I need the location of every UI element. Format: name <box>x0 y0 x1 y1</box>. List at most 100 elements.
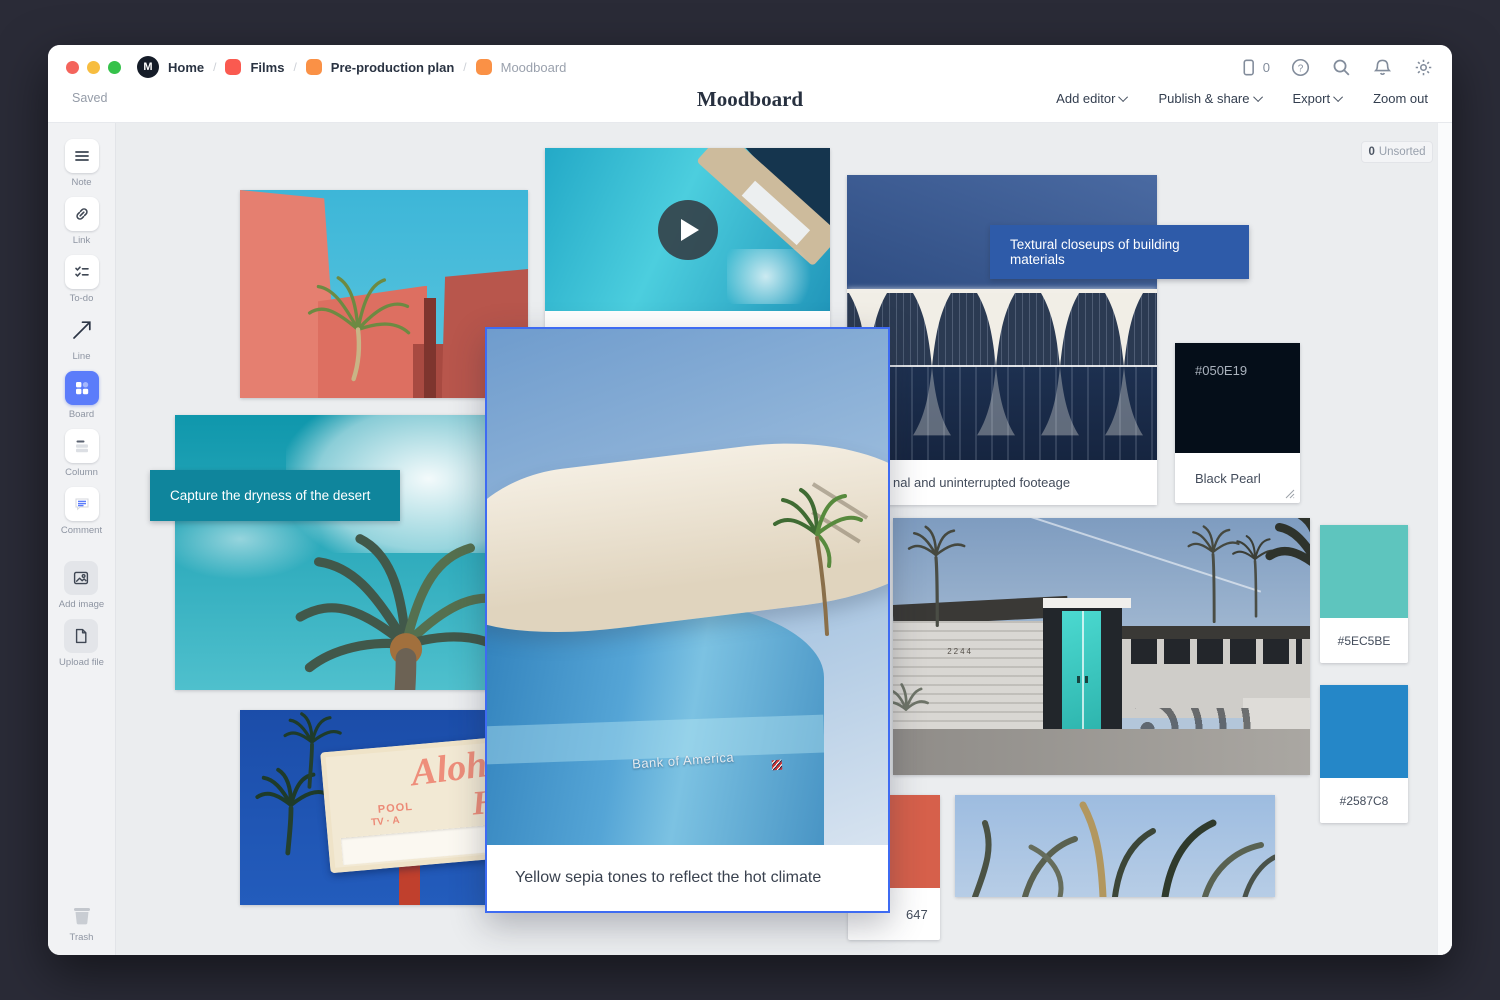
tool-add-image[interactable]: Add image <box>59 561 104 610</box>
notifications-button[interactable] <box>1372 57 1393 78</box>
image-card-modern-house[interactable]: 2244 <box>893 518 1310 775</box>
breadcrumb-home[interactable]: Home <box>168 60 204 75</box>
note-blue[interactable]: Textural closeups of building materials <box>990 225 1249 279</box>
tool-trash[interactable]: Trash <box>48 902 115 943</box>
teal-swatch-hex: #5EC5BE <box>1338 634 1391 648</box>
tool-link[interactable]: Link <box>65 197 99 246</box>
app-logo-icon[interactable]: M <box>137 56 159 78</box>
tool-todo[interactable]: To-do <box>65 255 99 304</box>
moodboard-board-icon[interactable] <box>476 59 492 75</box>
black-swatch-hex: #050E19 <box>1195 363 1247 378</box>
help-icon: ? <box>1290 57 1311 78</box>
orange-swatch-hex: 647 <box>906 907 928 922</box>
tool-upload-file[interactable]: Upload file <box>59 619 104 668</box>
header-bottom-row: Saved Moodboard Add editor Publish & sha… <box>48 89 1452 123</box>
breadcrumb-films[interactable]: Films <box>250 60 284 75</box>
swatch-card-teal[interactable]: #5EC5BE <box>1320 525 1408 663</box>
tool-todo-label: To-do <box>70 293 94 304</box>
house-number: 2244 <box>947 647 973 656</box>
search-icon <box>1331 57 1352 78</box>
link-icon <box>65 197 99 231</box>
blue-swatch-hex: #2587C8 <box>1340 794 1389 808</box>
bank-flag-logo <box>772 759 783 770</box>
tool-line[interactable]: Line <box>65 313 99 362</box>
desktop-background: M Home / Films / Pre-production plan / M… <box>0 0 1500 1000</box>
search-button[interactable] <box>1331 57 1352 78</box>
note-teal-text: Capture the dryness of the desert <box>170 488 370 503</box>
image-card-palm-fronds[interactable] <box>955 795 1275 897</box>
video-card-pool[interactable] <box>545 148 830 330</box>
upload-file-icon <box>64 619 98 653</box>
blue-swatch-color <box>1320 685 1408 778</box>
resize-handle-icon[interactable] <box>1284 488 1295 499</box>
yucca-plant-icon <box>298 269 418 379</box>
header: M Home / Films / Pre-production plan / M… <box>48 45 1452 123</box>
tool-note-label: Note <box>71 177 91 188</box>
breadcrumb-separator: / <box>463 60 466 74</box>
play-button[interactable] <box>658 200 718 260</box>
note-icon <box>65 139 99 173</box>
device-icon <box>1239 58 1258 77</box>
tool-comment[interactable]: Comment <box>61 487 102 536</box>
swatch-card-black-pearl[interactable]: #050E19 Black Pearl <box>1175 343 1300 503</box>
chevron-down-icon <box>1253 92 1263 102</box>
breadcrumb: M Home / Films / Pre-production plan / M… <box>137 56 566 78</box>
minimize-window-button[interactable] <box>87 61 100 74</box>
palace-caption: nal and uninterrupted footeage <box>847 460 1157 505</box>
play-icon <box>681 219 699 241</box>
tool-column[interactable]: Column <box>65 429 99 478</box>
breadcrumb-separator: / <box>213 60 216 74</box>
tool-note[interactable]: Note <box>65 139 99 188</box>
help-button[interactable]: ? <box>1290 57 1311 78</box>
films-board-icon[interactable] <box>225 59 241 75</box>
add-editor-label: Add editor <box>1056 91 1115 106</box>
pool-video-thumbnail <box>545 148 830 311</box>
palm-tree-icon <box>762 484 872 584</box>
add-image-icon <box>64 561 98 595</box>
publish-share-button[interactable]: Publish & share <box>1158 91 1262 106</box>
palace-caption-text: nal and uninterrupted footeage <box>893 475 1070 490</box>
tool-trash-label: Trash <box>70 932 94 943</box>
note-blue-text: Textural closeups of building materials <box>1010 237 1229 267</box>
toolbar: Note Link T <box>48 123 116 955</box>
chevron-down-icon <box>1119 92 1129 102</box>
black-swatch-color: #050E19 <box>1175 343 1300 453</box>
gear-icon <box>1413 57 1434 78</box>
zoom-out-label: Zoom out <box>1373 91 1428 106</box>
selected-caption-text: Yellow sepia tones to reflect the hot cl… <box>515 869 821 887</box>
swatch-card-blue[interactable]: #2587C8 <box>1320 685 1408 823</box>
tool-add-image-label: Add image <box>59 599 104 610</box>
aloha-sub1: POOL <box>378 801 414 816</box>
svg-text:?: ? <box>1298 63 1304 74</box>
palace-artwork <box>847 175 1157 460</box>
header-icons: 0 ? <box>1239 57 1434 78</box>
comment-icon <box>65 487 99 521</box>
black-swatch-name: Black Pearl <box>1195 471 1261 486</box>
teal-swatch-caption: #5EC5BE <box>1320 618 1408 663</box>
chevron-down-icon <box>1333 92 1343 102</box>
palm-fronds-icon <box>955 795 1275 897</box>
maximize-window-button[interactable] <box>108 61 121 74</box>
moodboard-canvas[interactable]: nal and uninterrupted footeage Textural … <box>116 123 1452 955</box>
todo-icon <box>65 255 99 289</box>
breadcrumb-preproduction[interactable]: Pre-production plan <box>331 60 455 75</box>
preproduction-board-icon[interactable] <box>306 59 322 75</box>
close-window-button[interactable] <box>66 61 79 74</box>
line-arrow-icon <box>65 313 99 347</box>
window-controls <box>66 61 121 74</box>
tool-upload-file-label: Upload file <box>59 657 104 668</box>
palm-frond-icon <box>1260 518 1310 628</box>
tool-board-label: Board <box>69 409 94 420</box>
settings-button[interactable] <box>1413 57 1434 78</box>
zoom-out-button[interactable]: Zoom out <box>1373 91 1428 106</box>
scrollbar-track[interactable] <box>1437 123 1452 955</box>
note-teal[interactable]: Capture the dryness of the desert <box>150 470 400 521</box>
selected-image-card-bank[interactable]: Bank of America Yellow sepia tones to re… <box>485 327 890 913</box>
tool-board[interactable]: Board <box>65 371 99 420</box>
device-preview-button[interactable]: 0 <box>1239 58 1270 77</box>
export-button[interactable]: Export <box>1293 91 1344 106</box>
header-top-row: M Home / Films / Pre-production plan / M… <box>48 45 1452 89</box>
unsorted-badge[interactable]: 0 Unsorted <box>1361 141 1433 163</box>
add-editor-button[interactable]: Add editor <box>1056 91 1128 106</box>
tool-line-label: Line <box>73 351 91 362</box>
